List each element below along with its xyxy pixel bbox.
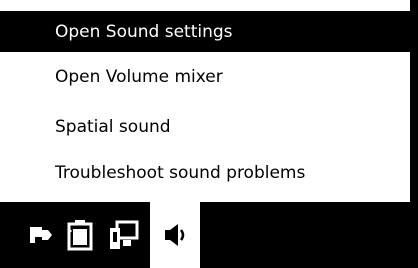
menu-item-open-sound-settings[interactable]: Open Sound settings: [0, 11, 410, 52]
menu-item-troubleshoot-sound-problems[interactable]: Troubleshoot sound problems: [0, 152, 410, 193]
speaker-icon[interactable]: [150, 202, 200, 268]
menu-item-spatial-sound[interactable]: Spatial sound: [0, 106, 410, 147]
hidden-icons-flag-icon[interactable]: [24, 218, 58, 252]
battery-icon[interactable]: [64, 218, 98, 252]
taskbar: [0, 202, 418, 268]
sound-context-menu: Open Sound settings Open Volume mixer Sp…: [0, 0, 418, 202]
network-icon[interactable]: [107, 218, 141, 252]
menu-item-open-volume-mixer[interactable]: Open Volume mixer: [0, 56, 410, 97]
